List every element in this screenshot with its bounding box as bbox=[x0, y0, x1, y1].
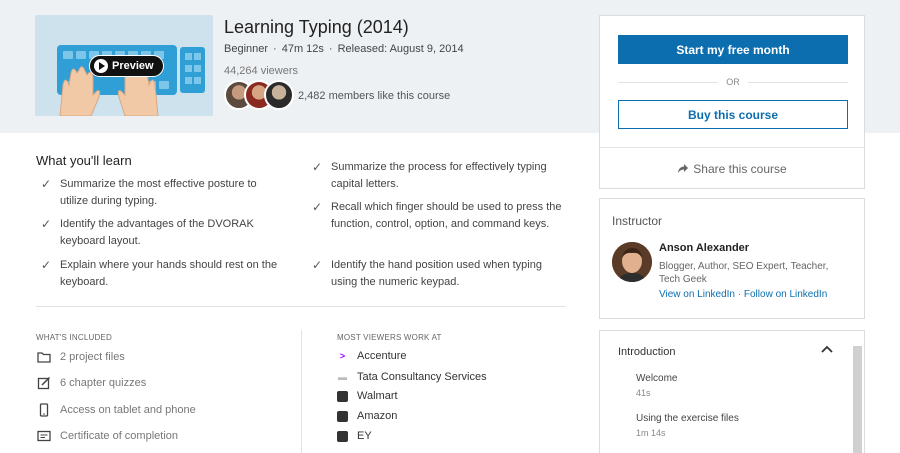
company-item: Amazon bbox=[337, 410, 397, 422]
view-on-linkedin-link[interactable]: View on LinkedIn bbox=[659, 289, 735, 300]
learn-item: ✓ Summarize the most effective posture to… bbox=[41, 176, 281, 210]
column-divider bbox=[301, 330, 302, 453]
phone-icon bbox=[39, 403, 49, 417]
course-level: Beginner bbox=[224, 43, 269, 55]
course-title: Learning Typing (2014) bbox=[224, 17, 409, 37]
course-duration: 47m 12s bbox=[281, 43, 324, 55]
folder-icon bbox=[37, 352, 51, 363]
accenture-logo: > bbox=[339, 351, 346, 361]
included-item: Access on tablet and phone bbox=[37, 403, 196, 417]
course-meta: Beginner · 47m 12s · Released: August 9, 201… bbox=[224, 43, 464, 55]
share-icon bbox=[678, 164, 689, 173]
section-divider bbox=[36, 306, 566, 307]
purchase-card: Start my free month OR Buy this course S… bbox=[599, 15, 865, 189]
whats-included-heading: WHAT'S INCLUDED bbox=[36, 333, 112, 342]
learn-item: ✓ Recall which finger should be used to p… bbox=[312, 199, 567, 233]
start-free-month-button[interactable]: Start my free month bbox=[618, 35, 848, 64]
included-item: 2 project files bbox=[37, 350, 125, 364]
likes-count: 2,482 members like this course bbox=[298, 90, 451, 102]
buy-course-button[interactable]: Buy this course bbox=[618, 100, 848, 129]
play-icon bbox=[94, 59, 108, 73]
avatar bbox=[264, 80, 294, 110]
walmart-logo bbox=[337, 390, 348, 402]
viewer-count: 44,264 viewers bbox=[224, 65, 298, 77]
table-of-contents: Introduction Welcome 41s Using the exerc… bbox=[599, 330, 865, 453]
share-label: Share this course bbox=[693, 161, 787, 176]
chevron-up-icon[interactable] bbox=[821, 342, 833, 356]
check-icon: ✓ bbox=[312, 160, 323, 174]
toc-scrollbar[interactable] bbox=[853, 346, 862, 453]
instructor-bio: Blogger, Author, SEO Expert, Teacher, Te… bbox=[659, 261, 829, 285]
instructor-name: Anson Alexander bbox=[659, 242, 750, 254]
check-icon: ✓ bbox=[41, 258, 52, 272]
chapter-heading[interactable]: Introduction bbox=[618, 346, 675, 358]
ey-logo bbox=[337, 430, 348, 442]
company-item: > Accenture bbox=[337, 350, 407, 362]
course-thumbnail[interactable]: Preview bbox=[35, 15, 213, 116]
company-item: Walmart bbox=[337, 390, 398, 402]
share-course-link[interactable]: Share this course bbox=[600, 147, 864, 189]
instructor-card: Instructor Anson Alexander Blogger, Auth… bbox=[599, 198, 865, 319]
amazon-logo bbox=[337, 410, 348, 422]
or-divider: OR bbox=[618, 75, 848, 89]
member-avatars bbox=[224, 80, 294, 110]
learn-item: ✓ Summarize the process for effectively t… bbox=[312, 159, 567, 193]
tcs-logo: ▬ bbox=[338, 372, 347, 382]
video-title[interactable]: Welcome bbox=[636, 373, 678, 384]
certificate-icon bbox=[37, 430, 51, 442]
video-duration: 1m 14s bbox=[636, 428, 666, 438]
company-item: EY bbox=[337, 430, 372, 442]
included-item: Certificate of completion bbox=[37, 429, 178, 443]
included-item: 6 chapter quizzes bbox=[37, 376, 146, 390]
learn-item: ✓ Identify the hand position used when ty… bbox=[312, 257, 567, 291]
check-icon: ✓ bbox=[41, 177, 52, 191]
most-viewers-heading: MOST VIEWERS WORK AT bbox=[337, 333, 442, 342]
preview-label: Preview bbox=[112, 60, 154, 72]
quiz-icon bbox=[37, 376, 51, 390]
check-icon: ✓ bbox=[41, 217, 52, 231]
check-icon: ✓ bbox=[312, 258, 323, 272]
instructor-heading: Instructor bbox=[612, 214, 663, 228]
instructor-avatar[interactable] bbox=[612, 242, 652, 282]
company-item: ▬ Tata Consultancy Services bbox=[338, 371, 487, 383]
video-duration: 41s bbox=[636, 388, 651, 398]
instructor-links: View on LinkedIn · Follow on LinkedIn bbox=[659, 289, 828, 300]
check-icon: ✓ bbox=[312, 200, 323, 214]
learn-item: ✓ Explain where your hands should rest on… bbox=[41, 257, 281, 291]
video-title[interactable]: Using the exercise files bbox=[636, 413, 739, 424]
follow-on-linkedin-link[interactable]: Follow on LinkedIn bbox=[744, 289, 827, 300]
course-release-date: Released: August 9, 2014 bbox=[337, 43, 464, 55]
learn-item: ✓ Identify the advantages of the DVORAK k… bbox=[41, 216, 281, 250]
learn-heading: What you'll learn bbox=[36, 153, 132, 168]
preview-button[interactable]: Preview bbox=[89, 55, 164, 77]
